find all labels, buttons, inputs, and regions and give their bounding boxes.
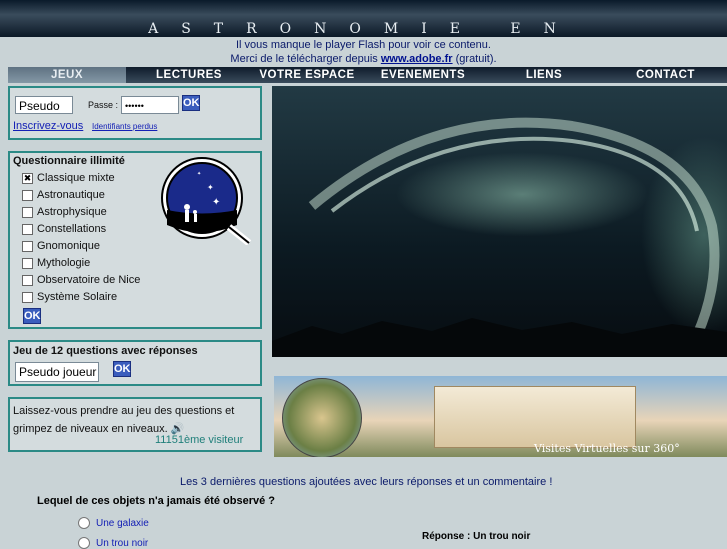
checkbox-icon[interactable] [22,189,33,201]
flash-notice: Il vous manque le player Flash pour voir… [0,38,727,66]
checkbox-icon[interactable] [22,223,33,235]
lost-credentials-link[interactable]: Identifiants perdus [92,122,157,131]
quiz-option-label: Astronautique [37,189,105,201]
flash-line-2: Merci de le télécharger depuis www.adobe… [0,52,727,66]
register-link[interactable]: Inscrivez-vous [13,120,83,132]
answer-option[interactable]: Un trou noir [78,537,148,549]
flash-line-2-post: (gratuit). [452,53,497,65]
nav-votre-espace[interactable]: VOTRE ESPACE [252,67,362,83]
villa-image [434,386,636,448]
recent-question: Lequel de ces objets n'a jamais été obse… [37,495,275,507]
virtual-tour-banner[interactable]: Visites Virtuelles sur 360° [274,376,727,457]
promo-text: Laissez-vous prendre au jeu des question… [13,402,249,438]
login-ok-button[interactable]: OK [182,95,200,111]
password-input[interactable]: •••••• [121,96,179,114]
game12-title: Jeu de 12 questions avec réponses [13,345,198,357]
checkbox-icon[interactable] [22,291,33,303]
main-nav: JEUX LECTURES VOTRE ESPACE EVENEMENTS LI… [8,67,727,83]
quiz-option-mythologie[interactable]: Mythologie [22,257,90,269]
game12-ok-button[interactable]: OK [113,361,131,377]
aurora-image [272,117,727,357]
quiz-option-astrophysique[interactable]: Astrophysique [22,206,107,218]
svg-text:✦: ✦ [207,183,214,192]
game12-pseudo-input[interactable]: Pseudo joueur [15,362,99,382]
quiz-option-systeme-solaire[interactable]: Système Solaire [22,291,117,303]
answer-option[interactable]: Une galaxie [78,517,149,529]
magnifier-logo-icon: ✦ ✦ ✦ [161,157,252,245]
answer-label: Un trou noir [96,537,149,549]
pseudo-input[interactable]: Pseudo [15,96,73,114]
quiz-option-label: Classique mixte [37,172,115,184]
nav-lectures[interactable]: LECTURES [126,67,252,83]
pass-label: Passe : [88,100,119,110]
radio-icon[interactable] [78,517,90,529]
svg-text:✦: ✦ [212,197,220,208]
promo-box: Laissez-vous prendre au jeu des question… [8,397,262,452]
tiny-planet-image [282,378,362,457]
quiz-option-label: Gnomonique [37,240,100,252]
aurora-photo [272,86,727,357]
checkbox-icon[interactable] [22,240,33,252]
quiz-option-label: Constellations [37,223,107,235]
nav-evenements[interactable]: EVENEMENTS [362,67,484,83]
quiz-option-label: Mythologie [37,257,91,269]
answer-label: Une galaxie [96,517,149,529]
quiz-option-label: Observatoire de Nice [37,274,141,286]
radio-icon[interactable] [78,537,90,549]
quiz-option-observatoire-nice[interactable]: Observatoire de Nice [22,274,140,286]
checkbox-icon[interactable] [22,274,33,286]
checkbox-checked-icon[interactable]: ✖ [22,172,33,184]
quiz-title: Questionnaire illimité [13,155,125,167]
login-box: Pseudo Passe : •••••• OK Inscrivez-vous … [8,86,262,140]
promo-text-content: Laissez-vous prendre au jeu des question… [13,405,235,435]
site-header: ASTRONOMIE EN QUESTIONS [0,0,727,53]
flash-line-2-pre: Merci de le télécharger depuis [230,53,381,65]
checkbox-icon[interactable] [22,206,33,218]
quiz-option-constellations[interactable]: Constellations [22,223,106,235]
recent-intro: Les 3 dernières questions ajoutées avec … [180,476,553,488]
quiz-option-astronautique[interactable]: Astronautique [22,189,105,201]
checkbox-icon[interactable] [22,257,33,269]
adobe-link[interactable]: www.adobe.fr [381,53,453,65]
quiz-ok-button[interactable]: OK [23,308,41,324]
nav-jeux[interactable]: JEUX [8,67,126,83]
quiz-box: Questionnaire illimité ✖ Classique mixte … [8,151,262,329]
quiz-option-gnomonique[interactable]: Gnomonique [22,240,100,252]
quiz-option-classique-mixte[interactable]: ✖ Classique mixte [22,172,115,184]
visitor-counter: 11151ème visiteur [155,434,244,446]
svg-text:✦: ✦ [197,171,201,177]
nav-liens[interactable]: LIENS [484,67,604,83]
nav-contact[interactable]: CONTACT [604,67,727,83]
flash-line-1: Il vous manque le player Flash pour voir… [236,39,491,51]
game12-box: Jeu de 12 questions avec réponses Pseudo… [8,340,262,386]
recent-response: Réponse : Un trou noir [422,531,531,542]
quiz-option-label: Astrophysique [37,206,107,218]
quiz-option-label: Système Solaire [37,291,118,303]
banner-caption: Visites Virtuelles sur 360° [534,442,680,455]
